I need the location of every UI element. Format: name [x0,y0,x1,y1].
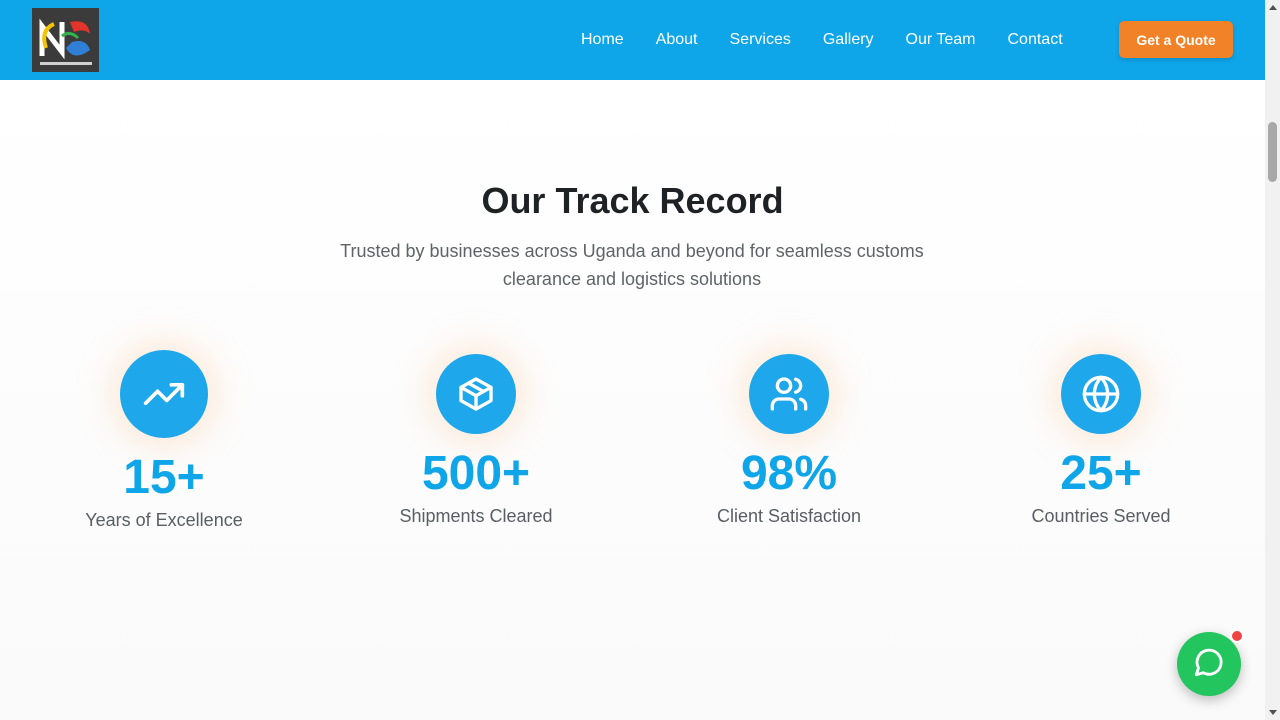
nav-about[interactable]: About [640,31,714,49]
track-record-section: Our Track Record Trusted by businesses a… [0,80,1265,720]
company-logo[interactable] [32,8,99,72]
stat-years: 15+ Years of Excellence [34,350,294,531]
stat-label: Shipments Cleared [399,506,553,526]
notification-dot [1230,629,1244,643]
stat-label: Client Satisfaction [716,506,862,526]
nav-gallery[interactable]: Gallery [807,31,890,49]
page-scrollbar[interactable] [1265,0,1280,720]
stat-value: 98% [740,447,838,500]
chat-button[interactable] [1177,632,1241,696]
get-a-quote-button[interactable]: Get a Quote [1119,21,1233,58]
scroll-up-arrow-icon[interactable] [1269,5,1277,10]
package-icon [436,354,516,434]
scroll-thumb[interactable] [1268,122,1277,182]
stat-value: 25+ [1060,447,1142,500]
stat-value: 15+ [123,451,205,504]
site-header: Home About Services Gallery Our Team Con… [0,0,1265,80]
chat-icon [1192,645,1226,684]
stat-label: Countries Served [1031,506,1171,526]
nav-our-team[interactable]: Our Team [890,31,992,49]
stat-label: Years of Excellence [85,510,243,530]
stat-satisfaction: 98% Client Satisfaction [659,354,919,527]
main-nav: Home About Services Gallery Our Team Con… [565,0,1079,80]
globe-icon [1061,354,1141,434]
users-icon [749,354,829,434]
stat-value: 500+ [421,447,531,500]
section-title: Our Track Record [481,180,784,221]
section-subtitle: Trusted by businesses across Uganda and … [340,241,924,289]
stat-countries: 25+ Countries Served [971,354,1231,527]
trending-up-icon [120,350,208,438]
nav-services[interactable]: Services [714,31,807,49]
scroll-down-arrow-icon[interactable] [1269,710,1277,715]
nav-home[interactable]: Home [565,31,640,49]
stat-shipments: 500+ Shipments Cleared [346,354,606,527]
nav-contact[interactable]: Contact [992,31,1079,49]
